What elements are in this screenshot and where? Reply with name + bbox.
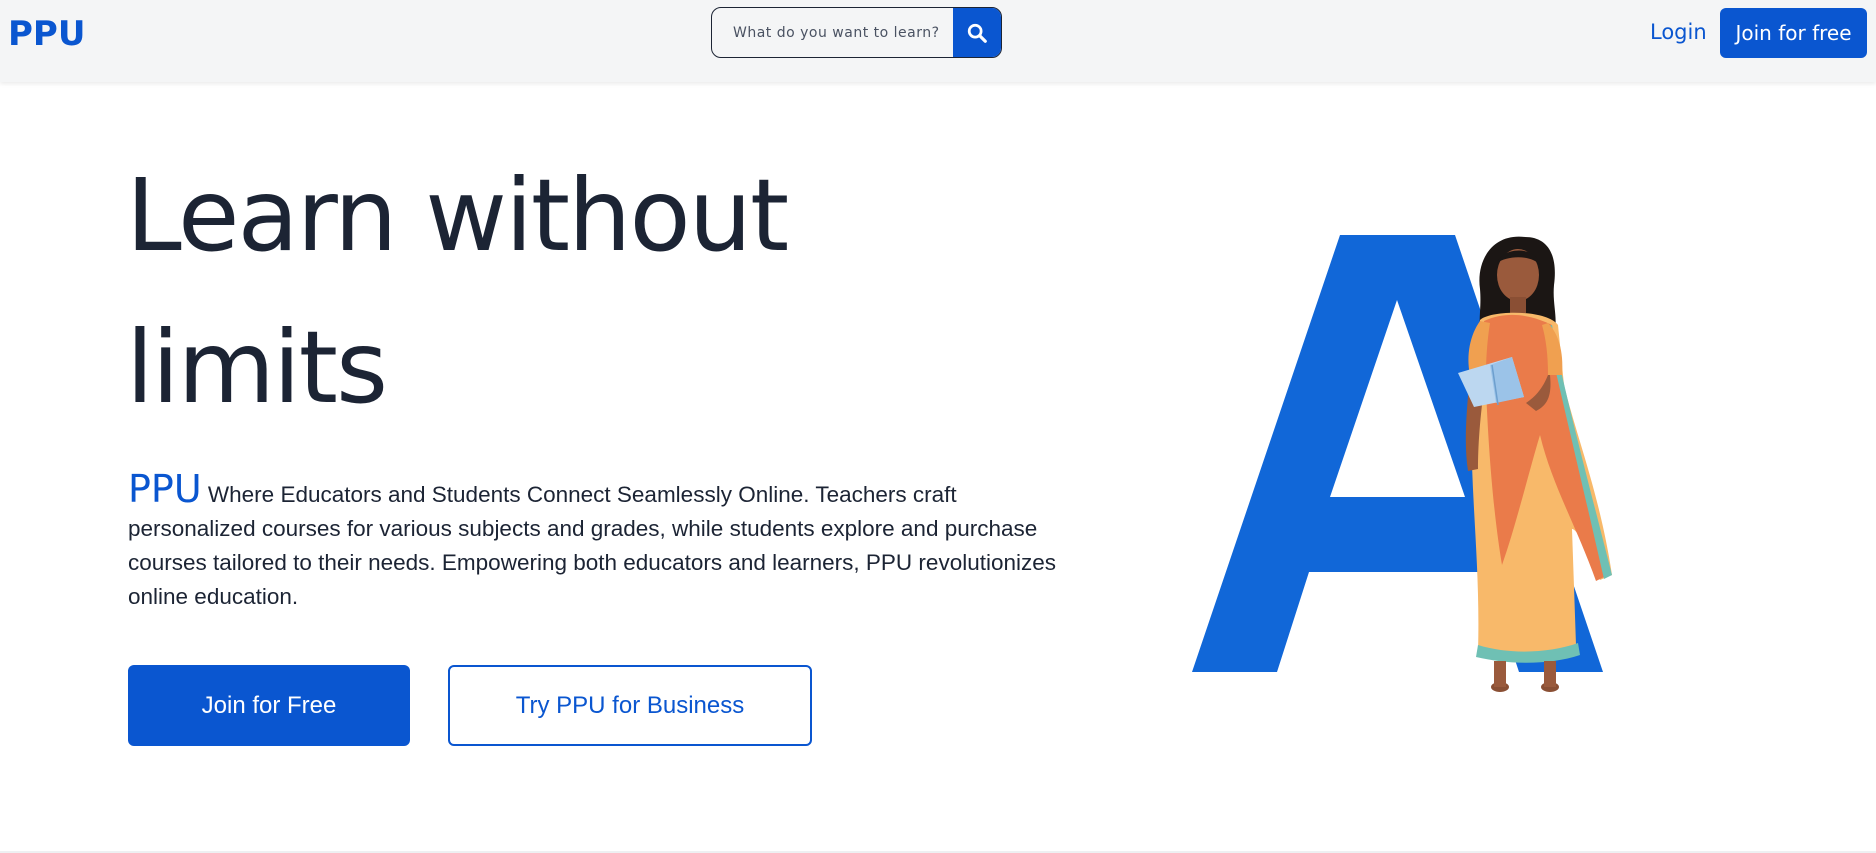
search-bar bbox=[711, 7, 1002, 58]
description-text: Where Educators and Students Connect Sea… bbox=[128, 482, 1057, 609]
hero-description: PPU Where Educators and Students Connect… bbox=[128, 470, 1058, 614]
brand-name: PPU bbox=[128, 467, 202, 511]
page-title: Learn without limits bbox=[126, 140, 926, 444]
headline-line-1: Learn without bbox=[126, 157, 789, 274]
login-link[interactable]: Login bbox=[1650, 20, 1707, 44]
search-button[interactable] bbox=[953, 8, 1001, 57]
logo[interactable]: PPU bbox=[8, 14, 85, 54]
join-for-free-button[interactable]: Join for free bbox=[1720, 8, 1867, 58]
headline-line-2: limits bbox=[126, 309, 388, 426]
woman-figure bbox=[1458, 236, 1612, 692]
try-business-button[interactable]: Try PPU for Business bbox=[448, 665, 812, 746]
top-navbar: PPU Login Join for free bbox=[0, 0, 1876, 82]
search-input[interactable] bbox=[712, 8, 954, 57]
join-for-free-cta[interactable]: Join for Free bbox=[128, 665, 410, 746]
hero-illustration bbox=[1192, 235, 1612, 692]
search-icon bbox=[967, 23, 987, 43]
